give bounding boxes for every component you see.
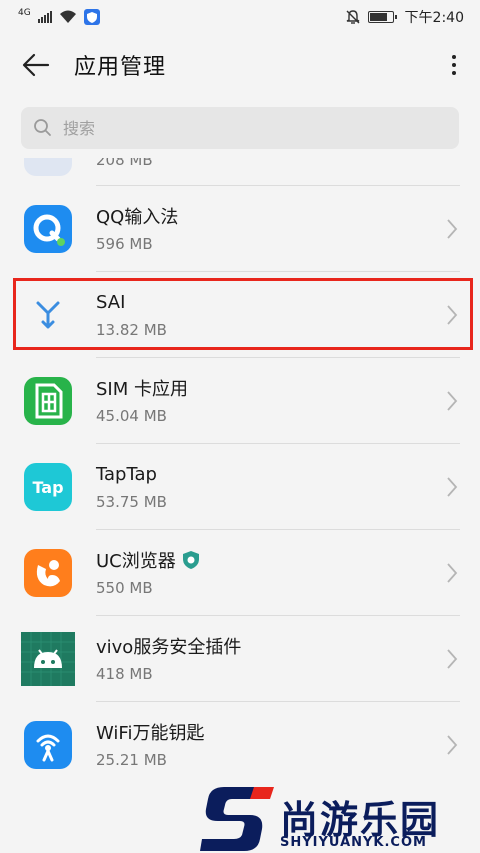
chevron-right-icon <box>447 649 458 669</box>
list-item[interactable]: SIM 卡应用 45.04 MB <box>0 358 480 444</box>
app-size: 13.82 MB <box>96 321 167 339</box>
android-icon <box>21 632 75 686</box>
app-name: vivo服务安全插件 <box>96 637 242 658</box>
mute-bell-icon <box>346 10 360 24</box>
app-size: 208 MB <box>96 158 153 169</box>
app-size: 45.04 MB <box>96 407 167 425</box>
svg-text:Tap: Tap <box>32 478 63 497</box>
app-name: SAI <box>96 291 126 313</box>
app-icon <box>24 158 72 176</box>
chevron-right-icon <box>447 477 458 497</box>
watermark-en-text: SHYIYUANYK.COM <box>280 835 427 850</box>
uc-browser-icon <box>24 549 72 597</box>
status-bar: 4G 下午2:40 <box>0 0 480 34</box>
list-item[interactable]: UC浏览器 550 MB <box>0 530 480 616</box>
battery-icon <box>367 11 397 23</box>
qq-input-icon <box>24 205 72 253</box>
status-right: 下午2:40 <box>345 7 464 27</box>
chevron-right-icon <box>447 305 458 325</box>
back-arrow-icon <box>22 53 50 77</box>
list-item-partial[interactable]: 208 MB <box>0 158 480 186</box>
chevron-right-icon <box>447 735 458 755</box>
sai-icon <box>24 291 72 339</box>
app-size: 596 MB <box>96 235 153 253</box>
app-name: TapTap <box>96 463 157 485</box>
more-dot-icon <box>452 63 456 67</box>
taptap-icon: Tap <box>24 463 72 511</box>
security-icon <box>83 9 100 25</box>
search-input[interactable] <box>63 118 363 138</box>
watermark-s-icon <box>200 787 274 851</box>
wifi-icon <box>59 10 76 23</box>
page-title: 应用管理 <box>74 55 167 80</box>
list-item[interactable]: SAI 13.82 MB <box>0 272 480 358</box>
chevron-right-icon <box>447 219 458 239</box>
more-dot-icon <box>452 71 456 75</box>
app-name: UC浏览器 <box>96 551 176 572</box>
app-size: 25.21 MB <box>96 751 167 769</box>
more-dot-icon <box>452 55 456 59</box>
list-item[interactable]: vivo服务安全插件 418 MB <box>0 616 480 702</box>
search-icon <box>34 119 51 136</box>
wifi-key-icon <box>24 721 72 769</box>
app-name: QQ输入法 <box>96 207 179 228</box>
status-left: 4G <box>18 8 100 25</box>
list-item[interactable]: WiFi万能钥匙 25.21 MB <box>0 702 480 788</box>
app-name: SIM 卡应用 <box>96 379 188 400</box>
chevron-right-icon <box>447 563 458 583</box>
signal-icon <box>37 11 52 23</box>
status-time: 下午2:40 <box>404 10 464 26</box>
list-item[interactable]: QQ输入法 596 MB <box>0 186 480 272</box>
app-size: 53.75 MB <box>96 493 167 511</box>
app-name: WiFi万能钥匙 <box>96 723 205 744</box>
search-bar[interactable] <box>21 107 459 149</box>
network-type: 4G <box>18 8 31 18</box>
list-item[interactable]: Tap TapTap 53.75 MB <box>0 444 480 530</box>
watermark-logo: 尚游乐园 SHYIYUANYK.COM <box>200 785 480 853</box>
app-list[interactable]: 208 MB QQ输入法 596 MB SAI 13.82 MB SIM 卡应用… <box>0 158 480 853</box>
app-name-row: UC浏览器 <box>96 548 200 572</box>
app-bar: 应用管理 <box>0 34 480 96</box>
more-options-button[interactable] <box>442 47 466 83</box>
chevron-right-icon <box>447 391 458 411</box>
app-size: 418 MB <box>96 665 153 683</box>
shield-badge-icon <box>182 551 199 569</box>
app-size: 550 MB <box>96 579 153 597</box>
back-button[interactable] <box>18 47 54 83</box>
sim-card-icon <box>24 377 72 425</box>
